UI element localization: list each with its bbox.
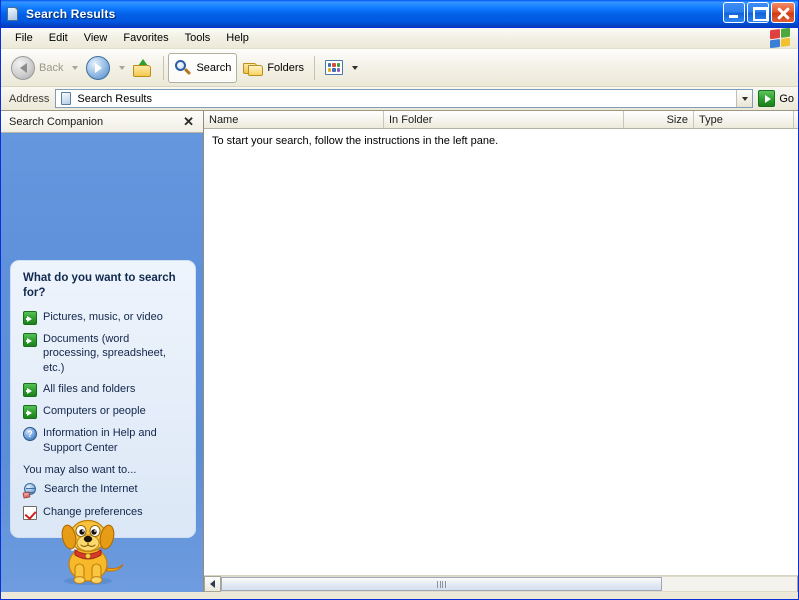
forward-button[interactable] [80, 53, 116, 83]
toolbar-separator [163, 55, 165, 80]
search-option-label: All files and folders [43, 383, 136, 396]
scrollbar-track[interactable] [221, 576, 797, 592]
address-value: Search Results [77, 92, 152, 105]
address-input[interactable]: Search Results [55, 89, 754, 108]
views-button[interactable] [319, 53, 349, 83]
green-arrow-icon [23, 310, 37, 325]
results-empty-message: To start your search, follow the instruc… [212, 135, 499, 147]
horizontal-scrollbar[interactable] [204, 575, 798, 592]
toolbar-separator [314, 55, 316, 80]
back-button[interactable]: Back [5, 53, 69, 83]
scrollbar-thumb[interactable] [221, 577, 662, 591]
go-button[interactable]: Go [758, 90, 794, 107]
column-header-row: Name In Folder Size Type D [204, 111, 798, 129]
column-header-date[interactable]: D [794, 111, 798, 128]
chevron-down-icon [351, 65, 358, 70]
search-option-label: Search the Internet [44, 483, 138, 496]
also-want-to-heading: You may also want to... [23, 464, 137, 477]
column-header-type[interactable]: Type [694, 111, 794, 128]
rover-dog-character[interactable] [49, 510, 127, 586]
search-icon [174, 59, 192, 77]
menu-item-view[interactable]: View [76, 30, 116, 46]
menu-item-edit[interactable]: Edit [41, 30, 76, 46]
back-arrow-icon [11, 55, 35, 80]
window-controls [723, 2, 795, 23]
search-option-help-support[interactable]: ? Information in Help and Support Center [23, 426, 185, 455]
search-option-all-files[interactable]: All files and folders [23, 382, 185, 398]
search-companion-header: Search Companion ✕ [1, 111, 203, 133]
window-title: Search Results [26, 6, 116, 21]
chevron-down-icon [118, 65, 125, 70]
search-companion-title: Search Companion [9, 115, 104, 128]
scroll-left-arrow-icon [210, 580, 215, 588]
minimize-button[interactable] [723, 2, 745, 23]
window-document-icon [5, 6, 21, 22]
search-option-computers-people[interactable]: Computers or people [23, 404, 185, 420]
address-dropdown-button[interactable] [736, 90, 753, 107]
search-button[interactable]: Search [168, 52, 238, 83]
up-folder-icon [133, 58, 153, 77]
green-arrow-icon [23, 332, 37, 347]
checkbox-icon [23, 506, 37, 521]
title-bar: Search Results [1, 0, 798, 28]
search-option-documents[interactable]: Documents (word processing, spreadsheet,… [23, 332, 185, 376]
maximize-button[interactable] [747, 2, 769, 23]
search-option-pictures[interactable]: Pictures, music, or video [23, 310, 185, 325]
search-option-label: Pictures, music, or video [43, 310, 163, 323]
folders-button[interactable]: Folders [237, 53, 310, 83]
column-header-name[interactable]: Name [204, 111, 384, 128]
chevron-down-icon [71, 65, 78, 70]
up-button[interactable] [127, 53, 159, 83]
chevron-down-icon [741, 96, 748, 101]
results-pane: Name In Folder Size Type D To start your… [204, 111, 798, 592]
go-arrow-icon [758, 90, 776, 107]
green-arrow-icon [23, 383, 37, 398]
close-button[interactable] [771, 2, 795, 23]
forward-arrow-icon [86, 55, 111, 80]
search-option-label: Information in Help and Support Center [43, 427, 157, 454]
back-dropdown-button[interactable] [69, 53, 80, 83]
search-companion-pane: Search Companion ✕ What do you want to s… [1, 111, 204, 592]
globe-icon [22, 483, 38, 499]
address-bar: Address Search Results Go [1, 87, 798, 111]
close-icon[interactable]: ✕ [183, 115, 194, 128]
address-label: Address [9, 92, 50, 105]
search-companion-body: What do you want to search for? Pictures… [1, 133, 203, 592]
help-icon: ? [23, 427, 37, 442]
results-list[interactable] [204, 153, 798, 575]
address-document-icon [59, 91, 73, 106]
search-option-internet[interactable]: Search the Internet [22, 482, 185, 499]
windows-flag-logo [770, 27, 790, 49]
toolbar: Back Search Folders [1, 49, 798, 87]
explorer-window: Search Results File Edit View Favorites … [0, 0, 799, 600]
menu-bar: File Edit View Favorites Tools Help [1, 27, 798, 49]
menu-item-tools[interactable]: Tools [177, 30, 219, 46]
views-grid-icon [325, 60, 344, 75]
views-dropdown-button[interactable] [349, 53, 360, 83]
green-arrow-icon [23, 405, 37, 420]
menu-item-help[interactable]: Help [218, 30, 257, 46]
scroll-left-button[interactable] [204, 576, 221, 592]
search-options-bubble: What do you want to search for? Pictures… [10, 260, 196, 539]
scrollbar-grip-icon [437, 580, 446, 588]
search-option-label: Computers or people [43, 405, 146, 418]
window-body: Search Companion ✕ What do you want to s… [1, 111, 798, 592]
search-heading: What do you want to search for? [23, 272, 176, 300]
folders-icon [243, 59, 264, 76]
column-header-size[interactable]: Size [624, 111, 694, 128]
menu-item-favorites[interactable]: Favorites [115, 30, 176, 46]
menu-item-file[interactable]: File [7, 30, 41, 46]
forward-dropdown-button[interactable] [116, 53, 127, 83]
column-header-in-folder[interactable]: In Folder [384, 111, 624, 128]
search-option-label: Documents (word processing, spreadsheet,… [43, 332, 166, 374]
